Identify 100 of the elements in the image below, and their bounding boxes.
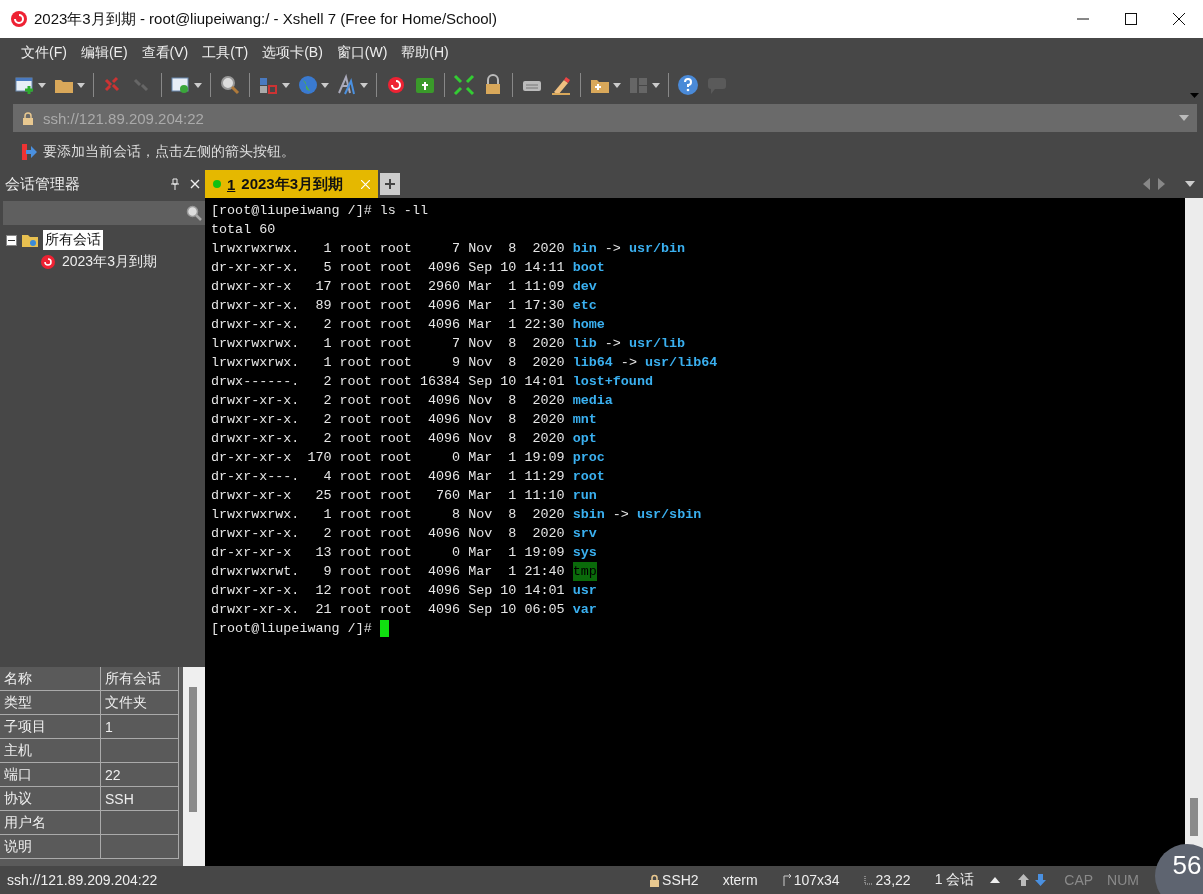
caret-up-icon[interactable] [990,877,1001,883]
file-details: drwx------. 2 root root 16384 Sep 10 14:01 [211,373,565,391]
tree-item[interactable]: 所有会话 [43,230,103,250]
protocol-label: SSH2 [662,872,699,888]
window-title: 2023年3月到期 - root@liupeiwang:/ - Xshell 7 (Free for Home/School) [34,9,498,29]
caret-icon [77,82,85,88]
file-details: drwxr-xr-x 25 root root 760 Mar 1 11:10 [211,487,565,505]
caret-icon [38,82,46,88]
property-name: 协议 [0,787,101,811]
menu-item[interactable]: 编辑(E) [73,40,135,66]
scroll-left-icon[interactable] [1143,178,1150,190]
file-name: bin [572,240,597,258]
property-name: 主机 [0,739,101,763]
help-button[interactable] [675,72,701,98]
fullscreen-icon [453,74,475,96]
property-value: 22 [101,763,179,787]
property-value: 所有会话 [101,667,179,691]
file-name: lib [572,335,597,353]
property-name: 子项目 [0,715,101,739]
add-session-arrow-icon[interactable] [20,143,38,161]
percentage-badge: 56 [1155,844,1203,894]
file-name: tmp [572,562,597,581]
file-name: mnt [572,411,597,429]
file-details: dr-xr-x---. 4 root root 4096 Mar 1 11:29 [211,468,565,486]
font-icon [336,74,358,96]
file-name: proc [572,449,605,467]
lock-icon [649,873,661,887]
menu-item[interactable]: 选项卡(B) [255,40,330,66]
file-name: sbin [572,506,605,524]
new-tab-button[interactable] [380,173,401,195]
link-target: usr/lib [628,335,686,353]
link-arrow: -> [612,506,629,524]
caret-icon [321,82,329,88]
file-details: lrwxrwxrwx. 1 root root 9 Nov 8 2020 [211,354,565,372]
session-tab[interactable]: 1 2023年3月到期 [205,170,379,198]
file-details: drwxr-xr-x. 89 root root 4096 Mar 1 17:30 [211,297,565,315]
window-gear-icon [170,74,192,96]
scrollbar-thumb[interactable] [1190,798,1198,836]
file-details: drwxr-xr-x. 2 root root 4096 Nov 8 2020 [211,525,565,543]
upload-arrow-icon [1018,874,1030,886]
cursor-position: 23,22 [875,872,911,888]
file-details: drwxr-xr-x. 12 root root 4096 Sep 10 14:01 [211,582,565,600]
fullscreen-button[interactable] [451,72,477,98]
file-details: drwxr-xr-x. 2 root root 4096 Mar 1 22:30 [211,316,565,334]
file-name: srv [572,525,597,543]
terminal-type: xterm [722,872,758,888]
menu-item[interactable]: 工具(T) [195,40,256,66]
terminal-size: 107x34 [793,872,840,888]
menu-item[interactable]: 查看(V) [134,40,196,66]
terminal-prompt: [root@liupeiwang /]# [211,620,372,638]
cursor-position-icon [863,875,874,885]
panel-title: 会话管理器 [5,174,81,194]
caret-icon[interactable] [1179,115,1189,121]
help-icon [677,74,699,96]
scroll-right-icon[interactable] [1158,178,1165,190]
caret-icon [360,82,368,88]
file-details: dr-xr-xr-x 13 root root 0 Mar 1 19:09 [211,544,565,562]
resize-icon [781,874,792,886]
property-name: 端口 [0,763,101,787]
file-details: drwxr-xr-x 17 root root 2960 Mar 1 11:09 [211,278,565,296]
new-session-icon [14,74,36,96]
file-name: lib64 [572,354,613,372]
caret-icon [194,82,202,88]
app-logo-icon [10,10,28,28]
file-name: sys [572,544,597,562]
collapse-icon[interactable] [6,234,17,246]
terminal-line: total 60 [211,221,276,239]
close-icon [1173,13,1185,25]
link-target: usr/sbin [636,506,702,524]
tree-item[interactable]: 2023年3月到期 [60,252,159,272]
file-details: dr-xr-xr-x. 5 root root 4096 Sep 10 14:11 [211,259,565,277]
menu-item[interactable]: 文件(F) [14,40,74,66]
file-details: lrwxrwxrwx. 1 root root 7 Nov 8 2020 [211,240,565,258]
property-name: 说明 [0,835,101,859]
property-name: 用户名 [0,811,101,835]
key-indicator: CAP [1064,872,1094,888]
plus-icon [384,178,397,190]
shell-icon [385,74,407,96]
file-name: boot [572,259,605,277]
file-name: root [572,468,605,486]
link-target: usr/bin [628,240,686,258]
scrollbar-thumb[interactable] [189,687,197,812]
file-details: dr-xr-xr-x 170 root root 0 Mar 1 19:09 [211,449,565,467]
download-arrow-icon [1035,874,1047,886]
cursor [379,620,389,637]
lock-icon [22,111,34,125]
menu-item[interactable]: 窗口(W) [329,40,395,66]
caret-icon[interactable] [1185,181,1195,187]
file-details: drwxr-xr-x. 2 root root 4096 Nov 8 2020 [211,411,565,429]
file-name: etc [572,297,597,315]
file-name: var [572,601,597,619]
search-icon [219,74,241,96]
file-details: drwxrwxrwt. 9 root root 4096 Mar 1 21:40 [211,563,565,581]
search-icon [186,205,202,221]
property-value: 文件夹 [101,691,179,715]
search-field[interactable] [3,201,205,225]
file-details: drwxr-xr-x. 2 root root 4096 Nov 8 2020 [211,392,565,410]
highlighter-icon [550,74,572,96]
menu-item[interactable]: 帮助(H) [394,40,456,66]
property-name: 类型 [0,691,101,715]
